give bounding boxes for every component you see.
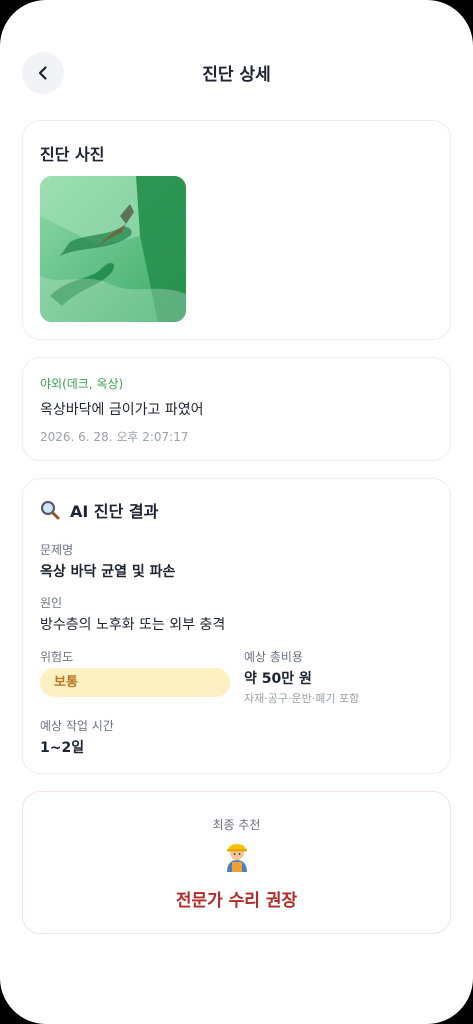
time-label: 예상 작업 시간 <box>40 719 114 733</box>
cost-value: 약 50만 원 <box>244 671 312 687</box>
photo-section-title: 진단 사진 <box>40 145 105 164</box>
entry-description: 옥상바닥에 금이가고 파였어 <box>40 402 204 418</box>
result-title: AI 진단 결과 <box>70 502 159 521</box>
diagnosis-photo-card: 진단 사진 <box>22 120 451 340</box>
page-title: 진단 상세 <box>202 65 271 85</box>
diagnosis-photo[interactable] <box>40 176 186 322</box>
problem-value: 옥상 바닥 균열 및 파손 <box>40 564 176 580</box>
construction-worker-icon <box>227 844 247 872</box>
ai-result-card: AI 진단 결과 문제명 옥상 바닥 균열 및 파손 원인 방수층의 노후화 또… <box>22 478 451 774</box>
entry-category: 야외(데크, 옥상) <box>40 377 124 391</box>
risk-badge: 보통 <box>40 668 230 697</box>
diagnosis-entry-card: 야외(데크, 옥상) 옥상바닥에 금이가고 파였어 2026. 6. 28. 오… <box>22 357 451 461</box>
problem-label: 문제명 <box>40 543 74 557</box>
final-recommendation: 전문가 수리 권장 <box>175 891 298 911</box>
final-recommendation-card: 최종 추천 전문가 수리 권장 <box>22 791 451 934</box>
cause-value: 방수층의 노후화 또는 외부 충격 <box>40 617 226 633</box>
time-value: 1~2일 <box>40 740 85 756</box>
risk-label: 위험도 <box>40 650 74 664</box>
header: 진단 상세 <box>0 44 473 102</box>
entry-timestamp: 2026. 6. 28. 오후 2:07:17 <box>40 430 189 444</box>
magnifier-icon <box>41 501 60 520</box>
final-label: 최종 추천 <box>212 818 261 832</box>
cost-note: 자재·공구·운반·폐기 포함 <box>244 692 360 705</box>
cost-label: 예상 총비용 <box>244 650 304 664</box>
result-title-row: AI 진단 결과 <box>40 498 158 522</box>
floor-damage-image <box>40 176 186 322</box>
cause-label: 원인 <box>40 596 63 610</box>
app-screen: 진단 상세 진단 사진 야외(데크, 옥상) 옥상바닥에 금이가고 파였어 20… <box>0 0 473 1024</box>
